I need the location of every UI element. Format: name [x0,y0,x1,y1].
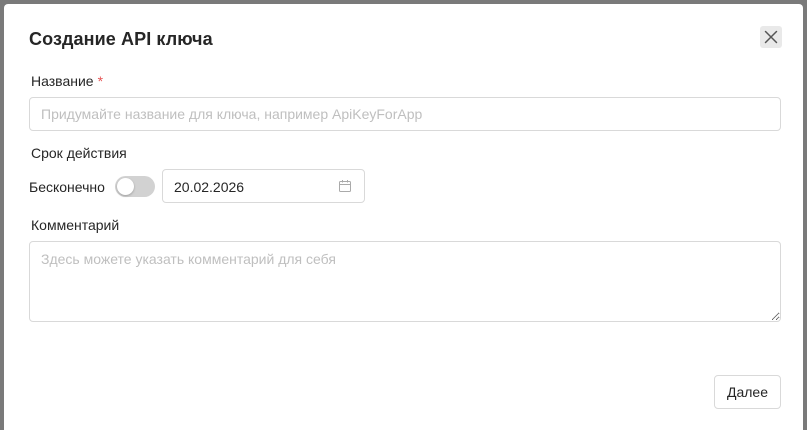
required-mark: * [97,73,104,89]
name-label: Название * [31,73,103,89]
toggle-knob [117,178,134,195]
expiry-date-value: 20.02.2026 [174,179,245,195]
next-button[interactable]: Далее [714,375,781,409]
infinite-toggle[interactable] [115,176,155,197]
expiry-date-input[interactable]: 20.02.2026 [162,169,365,203]
close-icon [764,30,778,44]
calendar-icon[interactable] [338,179,352,193]
infinite-label: Бесконечно [29,179,105,195]
create-api-key-dialog: Создание API ключа Название* Срок действ… [4,4,803,430]
validity-label: Срок действия [31,145,127,161]
name-label-text: Название [31,73,94,89]
comment-label: Комментарий [31,217,120,233]
close-button[interactable] [760,26,782,48]
dialog-title: Создание API ключа [29,29,213,49]
comment-textarea[interactable] [29,241,781,322]
name-input[interactable] [29,97,781,131]
